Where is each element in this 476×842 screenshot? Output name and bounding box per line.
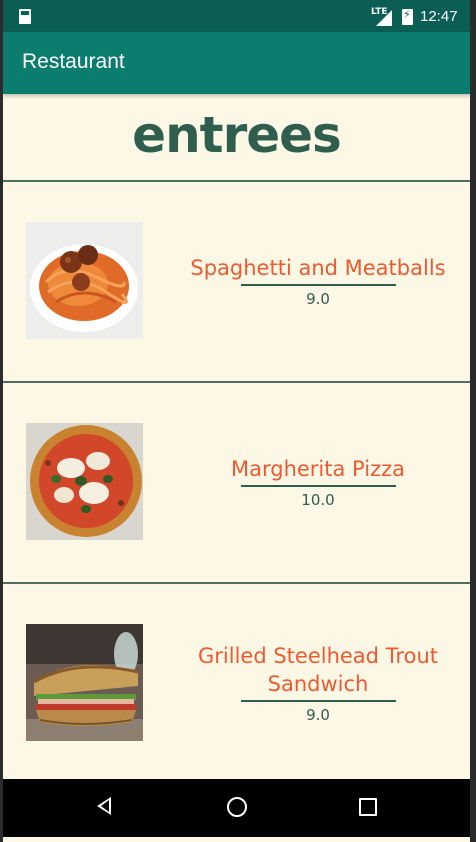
app-title: Restaurant (22, 50, 125, 73)
app-screen: LTE 12:47 Restaurant entrees (3, 0, 470, 842)
spaghetti-meatballs-photo (26, 222, 143, 339)
clock: 12:47 (420, 8, 458, 25)
section-header: entrees (3, 96, 470, 180)
section-heading: entrees (132, 106, 342, 164)
menu-item-price: 9.0 (306, 706, 330, 724)
menu-item[interactable]: Margherita Pizza 10.0 (3, 383, 470, 582)
menu-item-name: Margherita Pizza (230, 457, 405, 481)
menu-item-name: Grilled Steelhead Trout Sandwich (198, 644, 438, 696)
recents-icon[interactable] (359, 798, 377, 816)
back-icon[interactable] (97, 797, 111, 815)
menu-item-price: 9.0 (306, 290, 330, 308)
menu-item-info: Margherita Pizza 10.0 (163, 455, 470, 509)
menu-item[interactable]: Spaghetti and Meatballs 9.0 (3, 182, 470, 381)
menu-item-price: 10.0 (301, 491, 335, 509)
trout-sandwich-photo (26, 624, 143, 741)
sd-card-icon (19, 9, 31, 24)
signal-icon (376, 10, 392, 26)
margherita-pizza-photo (26, 423, 143, 540)
menu-item[interactable]: Grilled Steelhead Trout Sandwich 9.0 (3, 584, 470, 783)
home-icon[interactable] (227, 797, 247, 817)
menu-item-info: Spaghetti and Meatballs 9.0 (163, 254, 470, 308)
name-underline (240, 284, 396, 286)
battery-charging-icon (402, 8, 413, 25)
menu-item-info: Grilled Steelhead Trout Sandwich 9.0 (163, 642, 470, 724)
system-nav-bar (3, 779, 470, 837)
status-bar: LTE 12:47 (3, 0, 470, 32)
menu-item-name: Spaghetti and Meatballs (190, 256, 446, 280)
app-bar: Restaurant (3, 32, 470, 94)
name-underline (240, 485, 396, 487)
name-underline (240, 700, 396, 702)
